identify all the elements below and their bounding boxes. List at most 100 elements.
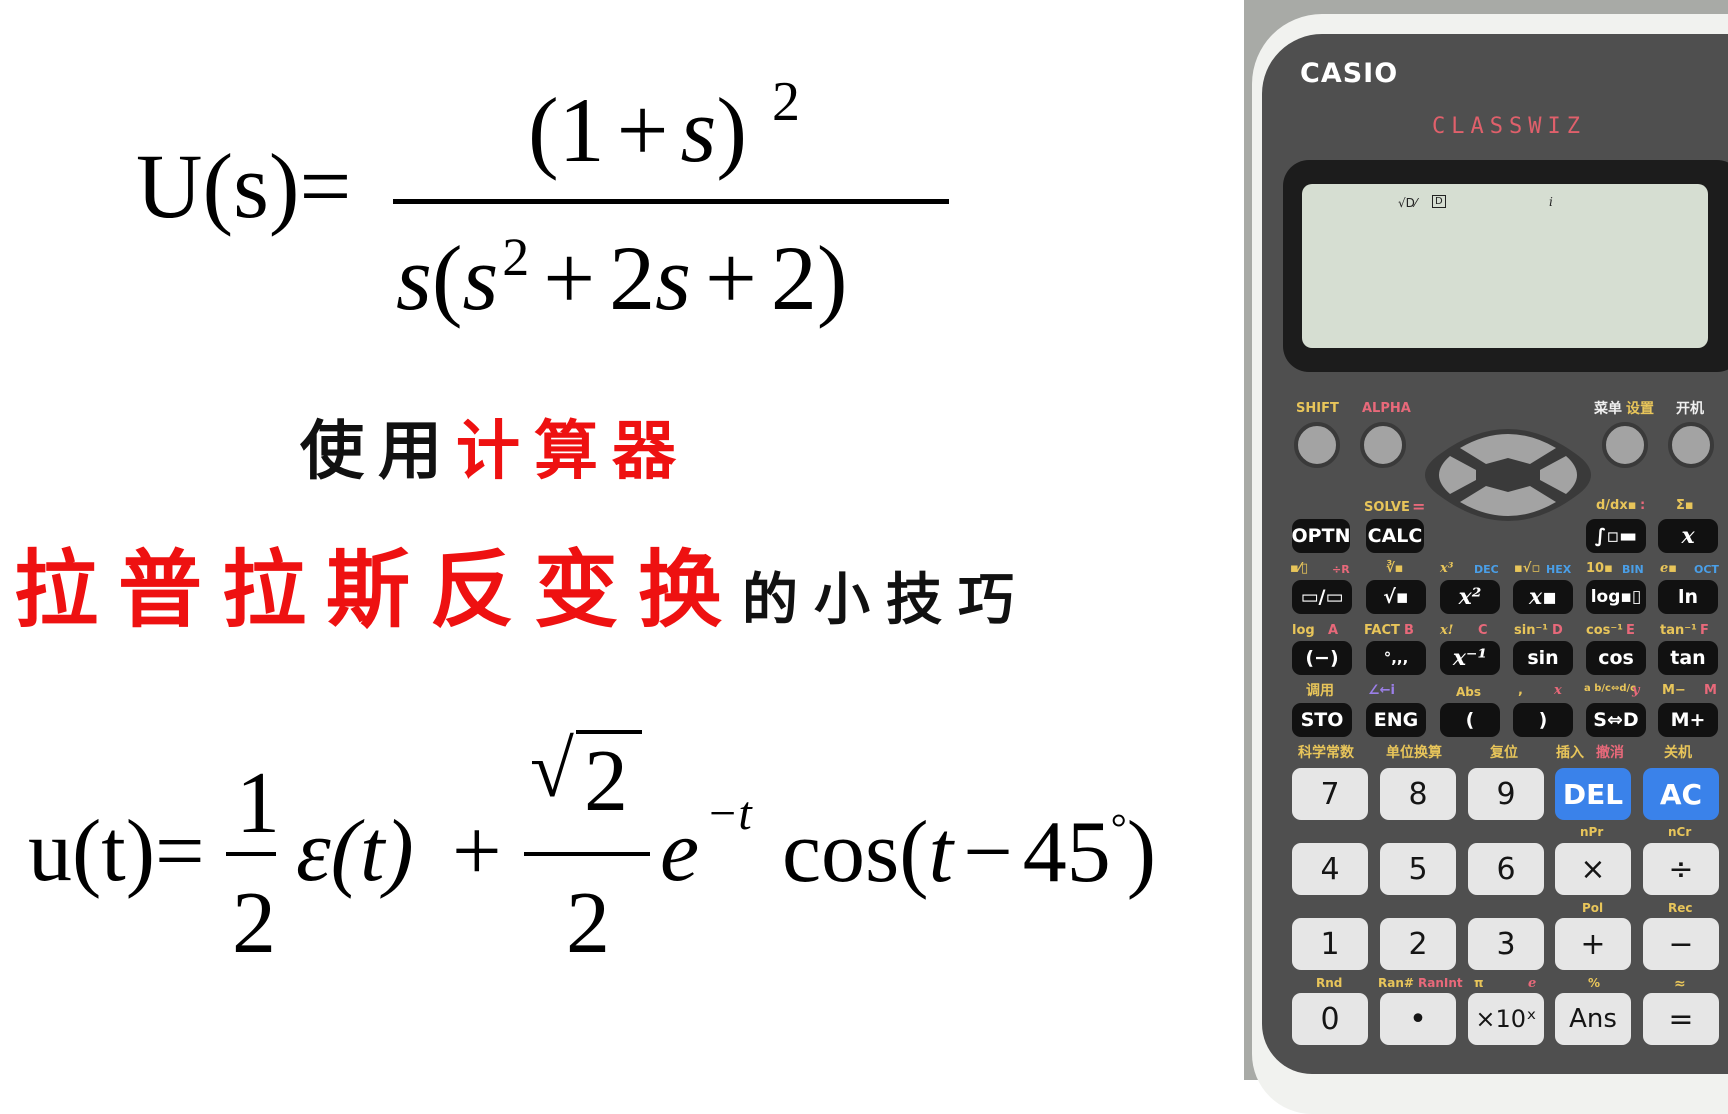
multiply-key[interactable]: ×: [1555, 843, 1631, 895]
key-8[interactable]: 8: [1380, 768, 1456, 820]
power-key[interactable]: x▪: [1513, 580, 1573, 614]
sqrt-key[interactable]: √▪: [1366, 580, 1426, 614]
variable-s: s: [655, 227, 691, 329]
fraction-2-denominator: 2: [566, 875, 610, 972]
key-5[interactable]: 5: [1380, 843, 1456, 895]
integral-key[interactable]: ∫▫▬: [1586, 519, 1646, 553]
title-inverse-laplace: 拉普拉斯反变换: [14, 541, 743, 639]
var-f-label: F: [1700, 623, 1709, 638]
title-line-1: 使用计算器: [300, 420, 690, 484]
ans-key[interactable]: Ans: [1555, 993, 1631, 1045]
mixed-fraction-label: ▪⁄▯: [1290, 561, 1309, 576]
ranint-label: RanInt: [1418, 976, 1463, 990]
alpha-button[interactable]: [1360, 422, 1406, 468]
cube-root-label: ∛▪: [1386, 561, 1404, 576]
math-mode-indicator: √D⁄: [1398, 196, 1417, 210]
plus-sign: +: [616, 79, 669, 181]
menu-button[interactable]: [1602, 422, 1648, 468]
m-plus-key[interactable]: M+: [1658, 703, 1718, 737]
plus-key[interactable]: +: [1555, 918, 1631, 970]
equals-key[interactable]: =: [1643, 993, 1719, 1045]
log-label: log: [1292, 623, 1315, 638]
key-2[interactable]: 2: [1380, 918, 1456, 970]
title-use: 使用: [300, 415, 456, 489]
shift-label: SHIFT: [1296, 401, 1339, 416]
eng-key[interactable]: ENG: [1366, 703, 1426, 737]
direction-pad: [1425, 429, 1591, 521]
factorial-label: x!: [1440, 623, 1454, 638]
cos-key[interactable]: cos: [1586, 641, 1646, 675]
open-paren-key[interactable]: (: [1440, 703, 1500, 737]
step-function: ε(t): [296, 803, 414, 900]
equation-lhs: U(s)=: [136, 135, 352, 237]
var-b-label: B: [1404, 623, 1414, 638]
on-button[interactable]: [1668, 422, 1714, 468]
fraction-convert-label: a b/c⇔d/c: [1584, 683, 1637, 694]
ln-key[interactable]: ln: [1658, 580, 1718, 614]
title-tips: 的小技巧: [742, 568, 1031, 633]
optn-key[interactable]: OPTN: [1292, 519, 1350, 553]
fraction-key[interactable]: ▭/▭: [1292, 580, 1352, 614]
s-to-d-key[interactable]: S⇔D: [1586, 703, 1646, 737]
key-9[interactable]: 9: [1468, 768, 1544, 820]
minus-key[interactable]: −: [1643, 918, 1719, 970]
calc-key[interactable]: CALC: [1366, 519, 1424, 553]
log-base-key[interactable]: log▪▯: [1586, 580, 1646, 614]
euler-label: e: [1528, 976, 1537, 991]
square-key[interactable]: x²: [1440, 580, 1500, 614]
sin-key[interactable]: sin: [1513, 641, 1573, 675]
approx-label: ≈: [1674, 976, 1686, 992]
key-1[interactable]: 1: [1292, 918, 1368, 970]
constant: 2: [770, 227, 817, 329]
exponent: 2: [502, 227, 530, 287]
pi-label: π: [1474, 976, 1484, 990]
rec-label: Rec: [1668, 901, 1693, 915]
xroot-label: ▪√▫: [1514, 561, 1541, 576]
constants-label: 科学常数: [1298, 745, 1354, 761]
abs-label: Abs: [1456, 685, 1482, 699]
degree-minute-second-key[interactable]: °,,,: [1366, 641, 1426, 675]
variable-s: s: [680, 79, 717, 181]
reciprocal-key[interactable]: x⁻¹: [1440, 641, 1500, 675]
x-variable-key[interactable]: x: [1658, 519, 1718, 553]
shift-button[interactable]: [1294, 422, 1340, 468]
sto-key[interactable]: STO: [1292, 703, 1352, 737]
close-paren-key[interactable]: ): [1513, 703, 1573, 737]
coefficient: 2: [609, 227, 656, 329]
ac-key[interactable]: AC: [1643, 768, 1719, 820]
numerator: (1 + s): [528, 84, 747, 176]
decimal-point-key[interactable]: •: [1380, 993, 1456, 1045]
negative-key[interactable]: (−): [1292, 641, 1352, 675]
m-minus-label: M−: [1662, 683, 1686, 698]
on-label: 开机: [1676, 401, 1704, 417]
undo-label: 撤消: [1596, 745, 1624, 761]
setup-label: 设置: [1626, 401, 1654, 417]
minus-sign: −: [963, 804, 1013, 901]
colon-label: :: [1640, 498, 1646, 513]
key-3[interactable]: 3: [1468, 918, 1544, 970]
pow10-label: 10▪: [1586, 561, 1613, 576]
del-key[interactable]: DEL: [1555, 768, 1631, 820]
degree-mode-indicator: D: [1432, 195, 1446, 208]
tan-key[interactable]: tan: [1658, 641, 1718, 675]
exp10-key[interactable]: ×10ˣ: [1468, 993, 1544, 1045]
arccos-label: cos⁻¹: [1586, 623, 1623, 638]
angle-label: ∠←i: [1368, 683, 1396, 698]
arctan-label: tan⁻¹: [1660, 623, 1697, 638]
exp-power: −t: [706, 787, 752, 840]
dec-label: DEC: [1474, 563, 1499, 576]
brand-logo: CASIO: [1300, 58, 1399, 89]
solve-label: SOLVE: [1364, 500, 1410, 515]
ran-label: Ran#: [1378, 976, 1414, 990]
key-7[interactable]: 7: [1292, 768, 1368, 820]
plus-sign: +: [704, 227, 757, 329]
exp-base: e: [660, 803, 700, 900]
key-4[interactable]: 4: [1292, 843, 1368, 895]
divide-key[interactable]: ÷: [1643, 843, 1719, 895]
numerator-exponent: 2: [772, 71, 800, 133]
key-6[interactable]: 6: [1468, 843, 1544, 895]
npr-label: nPr: [1580, 825, 1604, 839]
off-label: 关机: [1664, 745, 1692, 761]
paren-open: (: [431, 227, 463, 329]
key-0[interactable]: 0: [1292, 993, 1368, 1045]
